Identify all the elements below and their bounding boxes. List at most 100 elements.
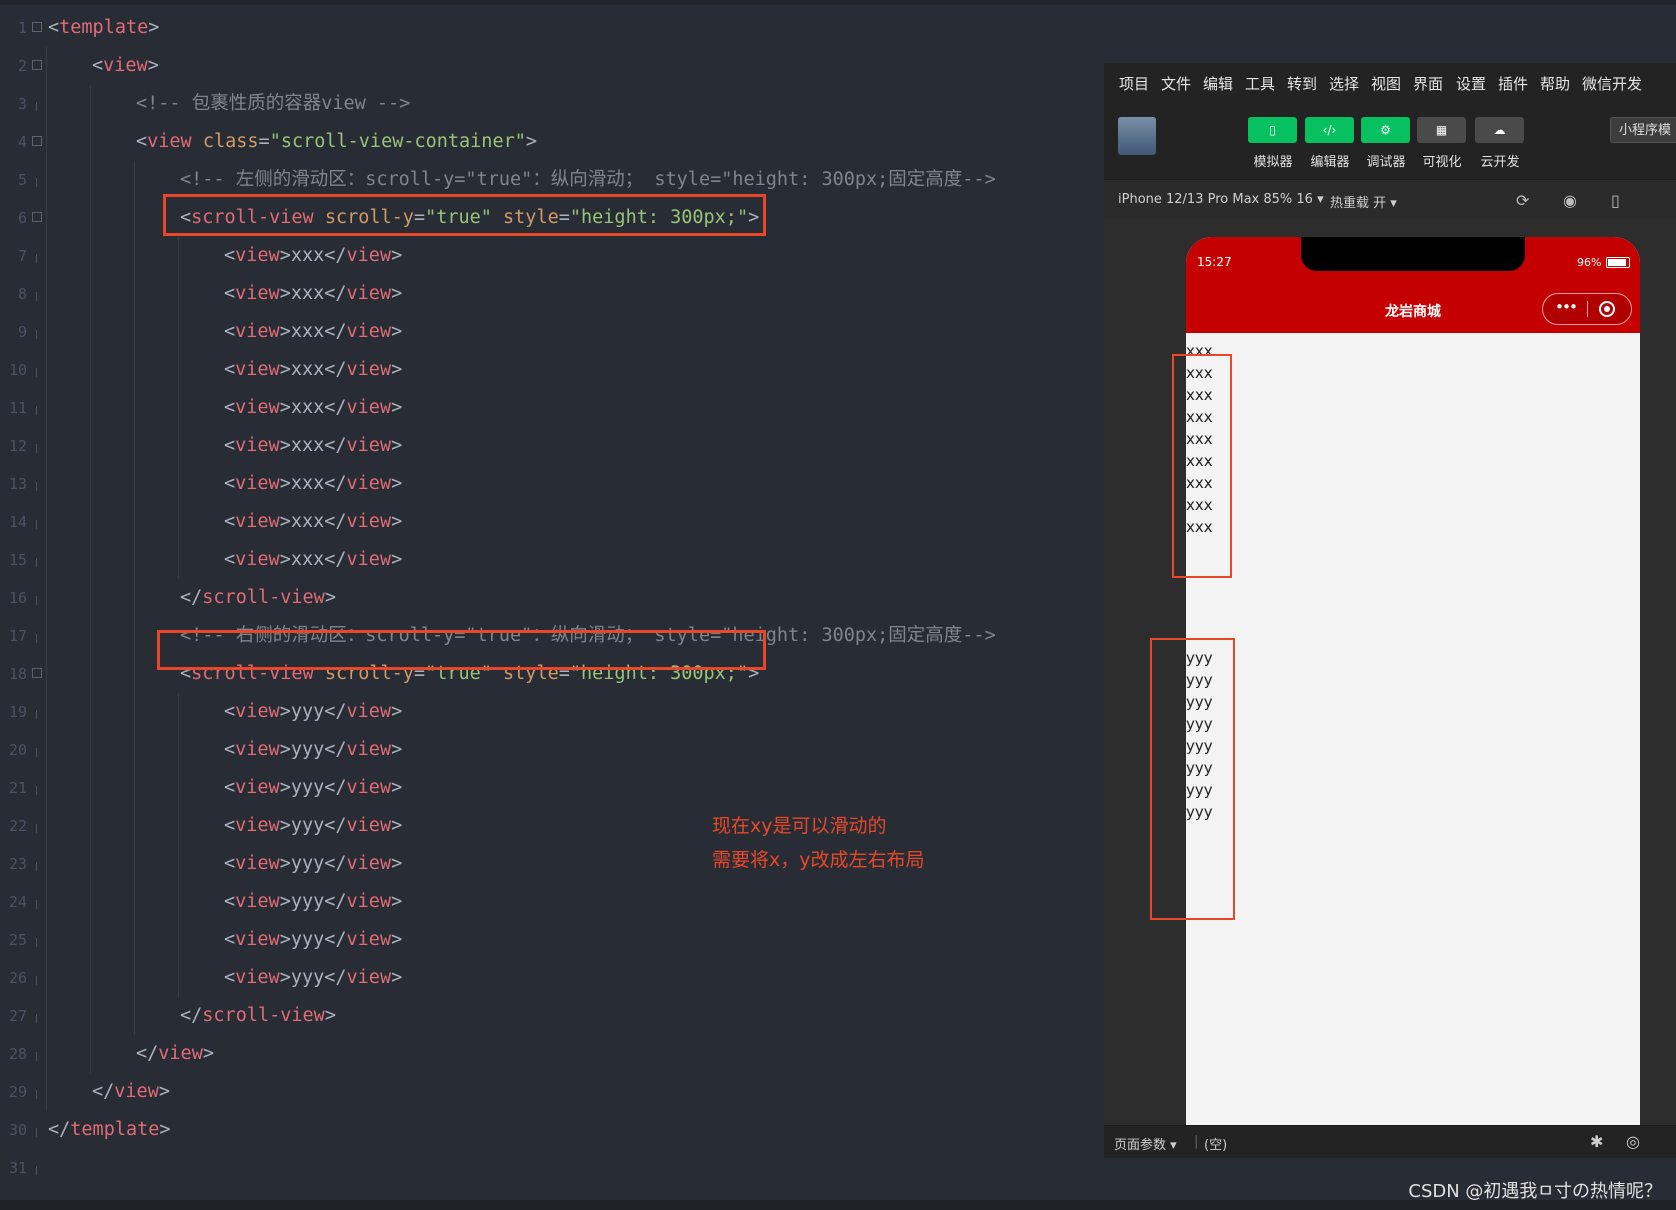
fold-toggle-icon[interactable] [32,668,42,678]
code-token: view [235,283,280,304]
code-token: template [70,1119,160,1140]
toolbar-label: 云开发 [1480,155,1520,170]
code-line[interactable]: 2 <view> [0,47,1104,85]
page-params-dropdown[interactable]: 页面参数 ▾ [1114,1134,1177,1153]
menu-item[interactable]: 选择 [1329,73,1359,94]
line-number: 4 [17,133,27,151]
code-editor[interactable]: 1 <template> 2 <view> 3 <!-- 包裹性质的容器view --> 4… [0,5,1104,1200]
menu-item[interactable]: 编辑 [1203,73,1233,94]
menu-item[interactable]: 项目 [1119,73,1149,94]
fold-gutter-line [36,520,37,529]
code-token: class [202,131,259,152]
code-token: < [224,283,236,304]
simulator-device-bar: iPhone 12/13 Pro Max 85% 16 ▾ 热重载 开 ▾ ⟳ … [1104,179,1676,221]
code-line[interactable]: 1 <template> [0,9,1104,47]
more-icon[interactable]: ••• [1555,298,1578,316]
code-line[interactable]: 13 <view>xxx</view> [0,465,1104,503]
code-line[interactable]: 16 </scroll-view> [0,579,1104,617]
code-line[interactable]: 7 <view>xxx</view> [0,237,1104,275]
code-line[interactable]: 15 <view>xxx</view> [0,541,1104,579]
code-token: < [224,359,236,380]
eye-icon[interactable]: ◎ [1626,1132,1640,1151]
rotate-icon[interactable]: ⟳ [1516,191,1529,210]
code-line[interactable]: 24 <view>yyy</view> [0,883,1104,921]
indent-guide [46,883,47,921]
code-line[interactable]: 20 <view>yyy</view> [0,731,1104,769]
code-token: view [346,435,392,456]
code-text: <view>yyy</view> [224,959,402,997]
code-token: view [346,359,392,380]
indent-guide [46,921,47,959]
fold-toggle-icon[interactable] [32,136,42,146]
code-line[interactable]: 31 [0,1149,1104,1187]
indent-guide [178,313,179,351]
line-number: 21 [8,779,27,797]
layout-toggle-button[interactable]: ▦ [1417,117,1466,143]
fold-toggle-icon[interactable] [32,212,42,222]
indent-guide [178,541,179,579]
code-token: > [148,17,160,38]
fold-gutter-line [36,634,37,643]
close-circle-icon[interactable] [1599,301,1615,317]
code-line[interactable]: 12 <view>xxx</view> [0,427,1104,465]
hot-reload-toggle[interactable]: 热重载 开 ▾ [1330,192,1397,211]
wechat-devtools-panel: 项目 文件 编辑 工具 转到 选择 视图 界面 设置 插件 帮助 微信开发 ▯ 模拟器 ‹/› 编辑器 ⚙ 调试… [1104,63,1676,1159]
code-line[interactable]: 8 <view>xxx</view> [0,275,1104,313]
code-token: < [224,967,236,988]
code-line[interactable]: 14 <view>xxx</view> [0,503,1104,541]
code-token: view [158,1043,203,1064]
highlight-box-y-items [1150,638,1235,920]
code-line[interactable]: 19 <view>yyy</view> [0,693,1104,731]
code-token: > [391,739,403,760]
phone-toggle-button[interactable]: ▯ [1248,117,1297,143]
code-line[interactable]: 29 </view> [0,1073,1104,1111]
code-line[interactable]: 3 <!-- 包裹性质的容器view --> [0,85,1104,123]
fold-toggle-icon[interactable] [32,60,42,70]
cloud-toggle-button[interactable]: ☁ [1475,117,1524,143]
code-token: < [224,853,236,874]
menu-item[interactable]: 视图 [1371,73,1401,94]
menu-item[interactable]: 插件 [1498,73,1528,94]
miniprogram-mode-button[interactable]: 小程序模 [1610,117,1676,143]
menu-item[interactable]: 工具 [1245,73,1275,94]
menu-item[interactable]: 界面 [1413,73,1443,94]
menu-item[interactable]: 微信开发 [1582,73,1642,94]
bug-icon[interactable]: ✱ [1590,1132,1603,1151]
code-line[interactable]: 30 </template> [0,1111,1104,1149]
code-line[interactable]: 28 </view> [0,1035,1104,1073]
indent-guide [90,693,91,731]
code-text: </template> [48,1111,171,1149]
code-line[interactable]: 27 </scroll-view> [0,997,1104,1035]
user-avatar[interactable] [1118,117,1156,155]
code-line[interactable]: 25 <view>yyy</view> [0,921,1104,959]
code-line[interactable]: 26 <view>yyy</view> [0,959,1104,997]
code-token: view [235,511,280,532]
device-select[interactable]: iPhone 12/13 Pro Max 85% 16 ▾ [1118,192,1324,207]
code-text: </view> [92,1073,170,1111]
fold-toggle-icon[interactable] [32,22,42,32]
menu-item[interactable]: 帮助 [1540,73,1570,94]
code-token: > [324,1005,336,1026]
line-number: 27 [8,1007,27,1025]
code-line[interactable]: 10 <view>xxx</view> [0,351,1104,389]
code-token: view [346,511,392,532]
phone-frame-icon[interactable]: ▯ [1611,191,1620,210]
code-line[interactable]: 4 <view class="scroll-view-container"> [0,123,1104,161]
code-toggle-button[interactable]: ‹/› [1305,117,1354,143]
code-token: >yyy</ [279,701,347,722]
code-line[interactable]: 11 <view>xxx</view> [0,389,1104,427]
record-icon[interactable]: ◉ [1563,191,1577,210]
debug-toggle-button[interactable]: ⚙ [1361,117,1410,143]
code-token: view [346,739,392,760]
code-line[interactable]: 22 <view>yyy</view> [0,807,1104,845]
code-line[interactable]: 21 <view>yyy</view> [0,769,1104,807]
code-token: < [224,549,236,570]
menu-item[interactable]: 文件 [1161,73,1191,94]
debug-icon: ⚙ [1380,123,1391,137]
code-line[interactable]: 9 <view>xxx</view> [0,313,1104,351]
capsule-menu[interactable]: ••• [1542,293,1632,325]
menu-item[interactable]: 设置 [1456,73,1486,94]
menu-item[interactable]: 转到 [1287,73,1317,94]
code-line[interactable]: 23 <view>yyy</view> [0,845,1104,883]
watermark: CSDN @初遇我ㅁ寸の热情呢？ [1408,1181,1662,1202]
